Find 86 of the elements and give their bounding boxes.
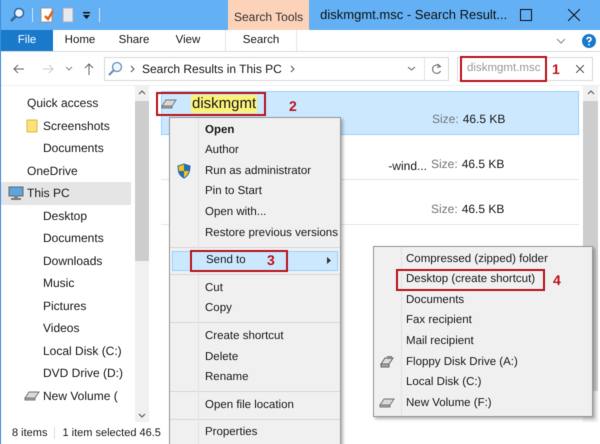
item-count: 8 items xyxy=(12,426,48,441)
shield-icon xyxy=(177,163,191,180)
window-title: diskmgmt.msc - Search Result... xyxy=(320,6,508,24)
menu-item[interactable]: Open with... xyxy=(172,202,338,223)
close-icon[interactable] xyxy=(576,64,584,72)
address-path: Search Results in This PC xyxy=(142,60,282,78)
nav-item[interactable]: OneDrive xyxy=(1,160,131,182)
menu-item[interactable]: Rename xyxy=(172,368,338,388)
menu-item[interactable]: Create shortcut xyxy=(172,326,338,347)
file-name: -wind... xyxy=(388,158,427,174)
annotation-number: 1 xyxy=(552,60,560,79)
chevron-right-icon xyxy=(290,64,295,72)
nav-item[interactable]: Quick access xyxy=(1,92,131,114)
file-size: 46.5 KB xyxy=(462,156,504,173)
menu-item[interactable]: Delete xyxy=(172,346,338,368)
file-size: 46.5 KB xyxy=(462,201,504,218)
ribbon-tab[interactable]: Search xyxy=(225,30,297,51)
chevron-down-icon[interactable] xyxy=(407,66,416,71)
scrollbar-thumb[interactable] xyxy=(135,101,149,261)
up-arrow-icon[interactable] xyxy=(84,62,94,74)
floppy-drive-icon xyxy=(380,355,394,370)
search-icon xyxy=(108,61,123,76)
drive-icon xyxy=(379,397,395,410)
recent-dropdown-icon[interactable] xyxy=(65,66,73,71)
ribbon-tab[interactable]: Share xyxy=(107,30,161,51)
menu-item[interactable]: Restore previous versions xyxy=(172,222,338,244)
chevron-icon[interactable] xyxy=(556,38,566,44)
scroll-up-icon[interactable] xyxy=(586,90,594,95)
menu-item[interactable]: Mail recipient xyxy=(374,331,592,352)
menu-item[interactable]: Fax recipient xyxy=(374,310,592,332)
menu-item[interactable]: Pin to Start xyxy=(172,182,338,202)
menu-item[interactable]: New Volume (F:) xyxy=(374,393,592,414)
maximize-icon[interactable] xyxy=(520,9,532,21)
nav-item[interactable]: Documents xyxy=(1,137,131,160)
nav-item[interactable]: Local Disk (C:) xyxy=(1,340,131,362)
folder-icon xyxy=(26,118,38,133)
document-icon[interactable] xyxy=(40,7,54,23)
menu-item[interactable]: Author xyxy=(172,140,338,162)
submenu-arrow-icon xyxy=(327,257,331,264)
nav-item[interactable]: This PC xyxy=(1,182,131,204)
scroll-up-icon[interactable] xyxy=(138,90,146,95)
ribbon-tab[interactable]: File xyxy=(1,30,53,51)
menu-item[interactable]: Open file location xyxy=(172,395,338,416)
menu-item[interactable]: Documents xyxy=(374,290,592,311)
menu-item[interactable]: Copy xyxy=(172,298,338,320)
nav-item[interactable]: New Volume ( xyxy=(1,384,131,407)
size-label: Size: xyxy=(432,111,459,128)
menu-item[interactable]: Compressed (zipped) folder xyxy=(374,249,592,270)
size-label: Size: xyxy=(431,156,458,173)
dropdown-icon[interactable] xyxy=(82,10,91,20)
close-icon[interactable] xyxy=(568,9,580,21)
address-bar[interactable]: Search Results in This PC xyxy=(104,56,449,80)
file-icon xyxy=(161,98,177,110)
nav-item[interactable]: Pictures xyxy=(1,294,131,317)
ribbon-tab[interactable]: View xyxy=(161,30,215,51)
drive-icon xyxy=(24,390,40,402)
file-size: 46.5 KB xyxy=(462,111,506,128)
scrollbar[interactable] xyxy=(135,86,149,422)
menu-item[interactable]: Cut xyxy=(172,278,338,299)
back-arrow-icon[interactable] xyxy=(13,64,25,74)
nav-item[interactable]: Screenshots xyxy=(1,114,131,137)
nav-item[interactable]: Music xyxy=(1,272,131,294)
menu-item[interactable]: Run as administrator xyxy=(172,161,338,182)
nav-item[interactable]: Videos xyxy=(1,317,131,340)
menu-item[interactable]: Properties xyxy=(172,422,338,444)
nav-item[interactable]: Downloads xyxy=(1,250,131,272)
annotation-number: 4 xyxy=(553,271,561,290)
annotation-number: 3 xyxy=(267,251,275,270)
computer-icon xyxy=(8,186,24,201)
selection-status: 1 item selected xyxy=(62,426,136,441)
menu-item[interactable]: Local Disk (C:) xyxy=(374,372,592,394)
search-icon[interactable] xyxy=(9,7,25,23)
size-label: Size: xyxy=(431,201,458,218)
refresh-icon[interactable] xyxy=(431,62,442,74)
nav-item[interactable]: Documents xyxy=(1,227,131,250)
contextual-tab-header: Search Tools xyxy=(228,0,310,30)
file-name: diskmgmt xyxy=(191,95,258,113)
nav-item[interactable]: Desktop xyxy=(1,204,131,227)
ribbon-tab[interactable]: Home xyxy=(53,30,107,51)
help-icon[interactable] xyxy=(582,34,596,48)
menu-item[interactable]: Floppy Disk Drive (A:) xyxy=(374,352,592,373)
scroll-down-icon[interactable] xyxy=(138,413,146,418)
selection-size: 46.5 xyxy=(139,426,161,441)
annotation-number: 2 xyxy=(289,97,297,116)
nav-item[interactable]: DVD Drive (D:) xyxy=(1,362,131,384)
chevron-right-icon xyxy=(130,64,135,72)
